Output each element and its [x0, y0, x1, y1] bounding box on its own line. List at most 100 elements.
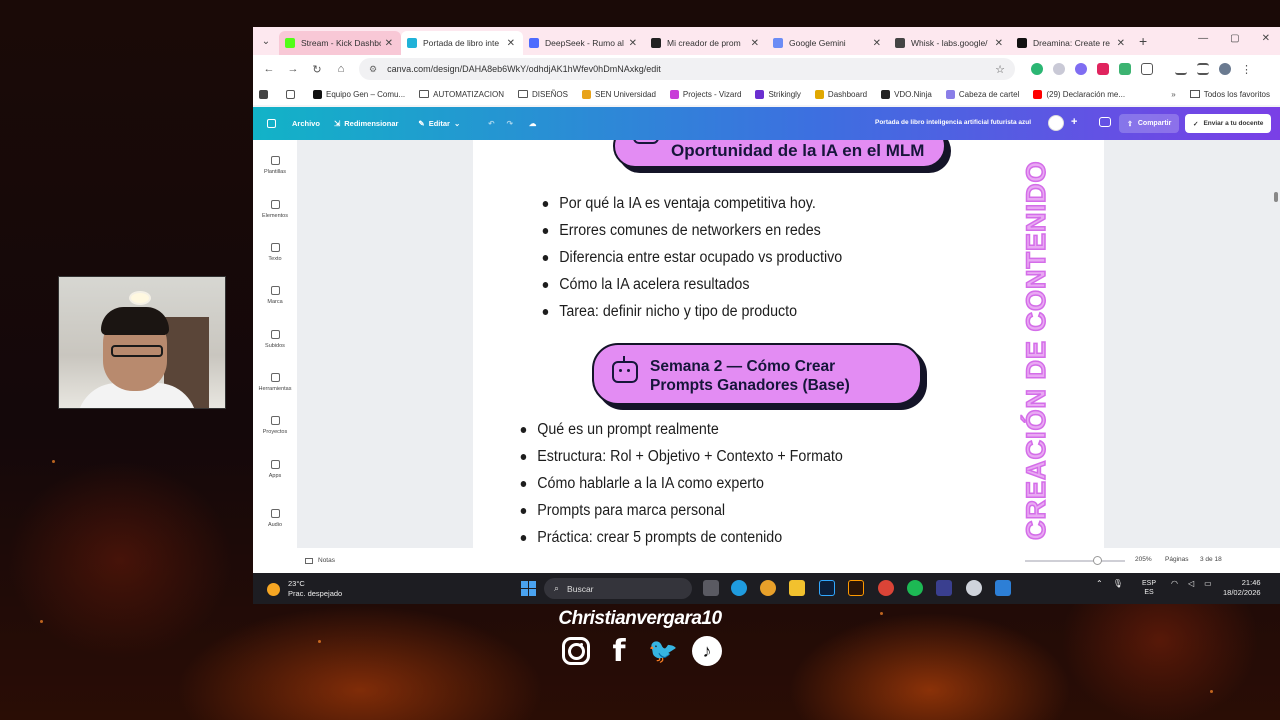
- bullet-item[interactable]: Cómo hablarle a la IA como experto: [517, 470, 843, 497]
- wifi-icon[interactable]: ◠: [1171, 579, 1178, 588]
- menu-panel-icon[interactable]: [267, 119, 276, 128]
- microphone-icon[interactable]: 🎙: [1113, 579, 1123, 588]
- sidebar-item-texto[interactable]: Texto: [253, 243, 297, 262]
- task-view-icon[interactable]: [703, 580, 719, 596]
- extension-icon[interactable]: [1075, 63, 1087, 75]
- reload-icon[interactable]: ↻: [305, 63, 329, 76]
- windows-start-icon[interactable]: [521, 581, 536, 596]
- design-page[interactable]: Oportunidad de la IA en el MLM Por qué l…: [473, 140, 1104, 548]
- redo-icon[interactable]: ↷: [507, 119, 513, 128]
- sidebar-item-herramientas[interactable]: Herramientas: [253, 373, 297, 392]
- home-icon[interactable]: ⌂: [329, 63, 353, 75]
- share-button[interactable]: ⇧ Compartir: [1119, 114, 1180, 133]
- clock[interactable]: 21:46 18/02/2026: [1223, 578, 1261, 598]
- sidebar-item-proyectos[interactable]: Proyectos: [253, 416, 297, 435]
- bullet-item[interactable]: Qué es un prompt realmente: [517, 416, 843, 443]
- sidebar-item-audio[interactable]: Audio: [253, 509, 297, 528]
- send-to-teacher-button[interactable]: ✓ Enviar a tu docente: [1185, 114, 1272, 133]
- edit-menu[interactable]: ✎ Editar ⌄: [418, 119, 460, 128]
- browser-tab[interactable]: Portada de libro inte ✕: [401, 31, 523, 55]
- browser-tab[interactable]: Dreamina: Create re ✕: [1011, 31, 1133, 55]
- comment-icon[interactable]: [1099, 117, 1111, 127]
- spotify-icon[interactable]: [907, 580, 923, 596]
- bullet-item[interactable]: Diferencia entre estar ocupado vs produc…: [539, 244, 842, 271]
- app-icon[interactable]: [995, 580, 1011, 596]
- zoom-slider-handle[interactable]: [1093, 556, 1102, 565]
- download-icon[interactable]: [1175, 63, 1187, 75]
- bookmark-star-icon[interactable]: ☆: [995, 63, 1005, 76]
- bookmark-item[interactable]: DISEÑOS: [517, 90, 568, 99]
- cloud-saved-icon[interactable]: ☁: [529, 119, 537, 128]
- battery-icon[interactable]: ▭: [1204, 579, 1212, 588]
- tab-close-icon[interactable]: ✕: [629, 38, 637, 49]
- photoshop-icon[interactable]: [819, 580, 835, 596]
- undo-icon[interactable]: ↶: [488, 119, 494, 128]
- bullet-list-week2[interactable]: Qué es un prompt realmente Estructura: Ro…: [517, 416, 871, 548]
- tab-close-icon[interactable]: ✕: [873, 38, 881, 49]
- forward-arrow-icon[interactable]: →: [281, 63, 305, 75]
- bookmark-item[interactable]: AUTOMATIZACION: [419, 90, 504, 99]
- bookmark-item[interactable]: Projects - Vizard: [669, 89, 741, 99]
- bullet-item[interactable]: Errores comunes de networkers en redes: [539, 217, 842, 244]
- edge-icon[interactable]: [731, 580, 747, 596]
- volume-icon[interactable]: ◁: [1188, 579, 1194, 588]
- obs-icon[interactable]: [966, 580, 982, 596]
- heading-pill-2[interactable]: Semana 2 — Cómo Crear Prompts Ganadores …: [592, 343, 922, 405]
- zoom-slider[interactable]: [1025, 560, 1125, 562]
- sidebar-item-plantillas[interactable]: Plantillas: [253, 156, 297, 175]
- browser-tab[interactable]: Mi creador de prom ✕: [645, 31, 767, 55]
- app-icon[interactable]: [936, 580, 952, 596]
- tab-close-icon[interactable]: ✕: [995, 38, 1003, 49]
- bookmark-item[interactable]: Strikingly: [755, 89, 801, 99]
- new-tab-plus-icon[interactable]: +: [1139, 33, 1147, 49]
- bullet-item[interactable]: Por qué la IA es ventaja competitiva hoy…: [539, 190, 842, 217]
- all-bookmarks[interactable]: » Todos los favoritos: [1171, 90, 1270, 99]
- browser-tab[interactable]: Whisk - labs.google/ ✕: [889, 31, 1011, 55]
- apps-grid-icon[interactable]: [259, 89, 272, 99]
- extension-icon[interactable]: [1053, 63, 1065, 75]
- chrome-icon[interactable]: [878, 580, 894, 596]
- tab-groups-icon[interactable]: [286, 89, 299, 99]
- document-title[interactable]: Portada de libro inteligencia artificial…: [875, 119, 1031, 126]
- maximize-icon[interactable]: ▢: [1230, 33, 1239, 44]
- bookmark-item[interactable]: SEN Universidad: [582, 89, 656, 99]
- notes-button[interactable]: Notas: [305, 557, 335, 564]
- design-canvas[interactable]: Oportunidad de la IA en el MLM Por qué l…: [297, 140, 1280, 548]
- reading-list-icon[interactable]: [1197, 63, 1209, 75]
- resize-button[interactable]: ⇲ Redimensionar: [334, 119, 398, 128]
- bookmark-item[interactable]: (29) Declaración me...: [1033, 89, 1125, 99]
- search-app-icon[interactable]: [760, 580, 776, 596]
- file-menu[interactable]: Archivo: [292, 119, 320, 128]
- tray-chevron-icon[interactable]: ⌃: [1096, 579, 1103, 588]
- extension-icon[interactable]: [1119, 63, 1131, 75]
- bullet-item[interactable]: Tarea: definir nicho y tipo de producto: [539, 298, 842, 325]
- bookmark-item[interactable]: Equipo Gen – Comu...: [313, 89, 405, 99]
- browser-tab[interactable]: DeepSeek - Rumo al ✕: [523, 31, 645, 55]
- sidebar-item-marca[interactable]: Marca: [253, 286, 297, 305]
- vertical-title[interactable]: CREACIÓN DE CONTENIDO: [1020, 160, 1052, 541]
- back-arrow-icon[interactable]: ←: [257, 63, 281, 75]
- more-menu-icon[interactable]: ⋮: [1241, 63, 1252, 76]
- illustrator-icon[interactable]: [848, 580, 864, 596]
- close-window-icon[interactable]: ✕: [1262, 33, 1270, 44]
- play-extension-icon[interactable]: [1097, 63, 1109, 75]
- bullet-item[interactable]: Estructura: Rol + Objetivo + Contexto + …: [517, 443, 843, 470]
- shield-extension-icon[interactable]: [1031, 63, 1043, 75]
- taskbar-search[interactable]: ⌕ Buscar: [544, 578, 692, 599]
- file-explorer-icon[interactable]: [789, 580, 805, 596]
- bookmark-item[interactable]: Dashboard: [814, 89, 867, 99]
- tab-close-icon[interactable]: ✕: [385, 38, 393, 49]
- minimize-icon[interactable]: —: [1198, 33, 1208, 44]
- bullet-item[interactable]: Práctica: crear 5 prompts de contenido: [517, 524, 843, 548]
- browser-tab[interactable]: Google Gemini ✕: [767, 31, 889, 55]
- bookmark-item[interactable]: Cabeza de cartel: [945, 89, 1019, 99]
- profile-avatar[interactable]: [1219, 63, 1231, 75]
- bullet-item[interactable]: Cómo la IA acelera resultados: [539, 271, 842, 298]
- tab-close-icon[interactable]: ✕: [507, 38, 515, 49]
- zoom-level[interactable]: 205%: [1135, 556, 1152, 563]
- add-collaborator-icon[interactable]: +: [1071, 116, 1077, 128]
- sidebar-item-subidos[interactable]: Subidos: [253, 330, 297, 349]
- tab-search-chevron-icon[interactable]: ⌄: [253, 36, 279, 47]
- canvas-scrollbar[interactable]: [1274, 192, 1278, 202]
- chevron-right-icon[interactable]: »: [1171, 90, 1175, 99]
